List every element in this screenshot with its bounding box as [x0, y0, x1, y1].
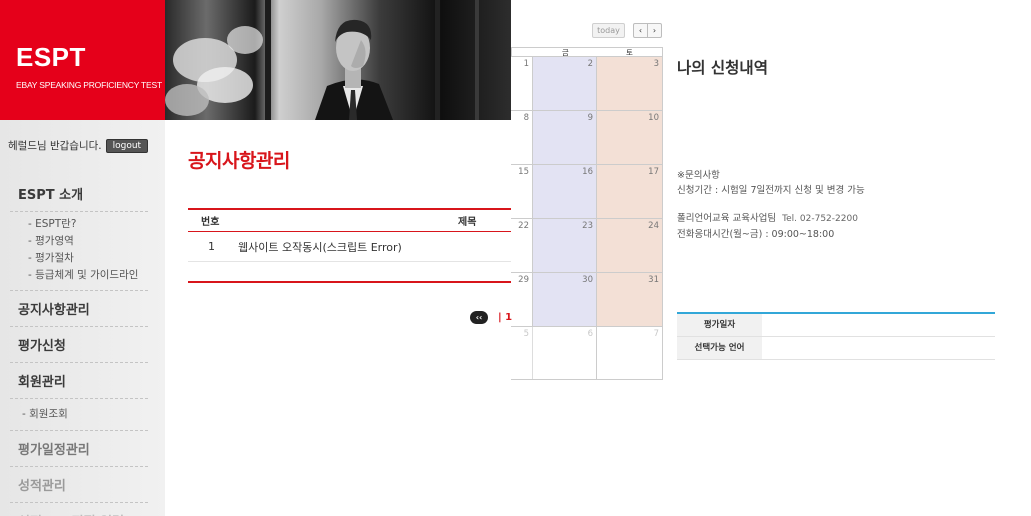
calendar: today ‹ › 금 토 1 2 3 8 9 10 15 16 17 22 2… — [511, 0, 663, 382]
eval-date-label: 평가일자 — [677, 314, 762, 336]
calendar-week: 8 9 10 — [511, 110, 663, 164]
contact-org: 폴리언어교육 교육사업팀 — [677, 213, 777, 224]
calendar-day[interactable]: 17 — [597, 165, 663, 218]
calendar-day[interactable]: 1 — [511, 57, 533, 110]
calendar-day-header-fri: 금 — [561, 48, 569, 57]
brand-name: ESPT — [16, 42, 86, 72]
table-bottom-divider — [188, 281, 511, 283]
eval-date-value — [762, 314, 995, 336]
calendar-day-headers: 금 토 — [511, 47, 663, 57]
inquiry-info: ※문의사항 신청기간 : 시험일 7일전까지 신청 및 변경 가능 폴리언어교육… — [677, 168, 865, 242]
calendar-day-header-sat: 토 — [625, 48, 633, 57]
calendar-today-button[interactable]: today — [592, 23, 625, 38]
calendar-week: 29 30 31 — [511, 272, 663, 326]
sidebar-item-eval-apply[interactable]: 평가신청 — [10, 327, 148, 363]
calendar-day[interactable]: 10 — [597, 111, 663, 164]
my-application-title: 나의 신청내역 — [677, 59, 768, 77]
sidebar-subitem-member-search[interactable]: - 회원조회 — [22, 406, 148, 423]
notice-table: 번호 제목 1 웹사이트 오작동시(스크립트 Error) — [188, 208, 511, 262]
first-page-button[interactable]: ‹‹ — [470, 311, 488, 324]
calendar-day[interactable]: 30 — [533, 273, 597, 326]
table-header: 번호 제목 — [188, 208, 511, 232]
inquiry-period: 신청기간 : 시험일 7일전까지 신청 및 변경 가능 — [677, 185, 865, 196]
welcome-bar: 헤럴드님 반갑습니다. logout — [8, 138, 149, 153]
inquiry-heading: ※문의사항 — [677, 170, 720, 181]
sidebar-item-score-db-input[interactable]: 성적 DB 직접 입력 — [10, 503, 148, 516]
calendar-day[interactable]: 31 — [597, 273, 663, 326]
calendar-day-other-month[interactable]: 7 — [597, 327, 663, 379]
hero-portrait-image — [165, 0, 479, 120]
calendar-day-other-month[interactable]: 5 — [511, 327, 533, 379]
contact-tel: Tel. 02-752-2200 — [782, 214, 858, 224]
current-page-number[interactable]: | 1 — [498, 312, 512, 323]
calendar-day-header-partial — [512, 48, 534, 56]
calendar-day[interactable]: 2 — [533, 57, 597, 110]
pagination: ‹‹ | 1 — [470, 311, 512, 324]
calendar-day[interactable]: 15 — [511, 165, 533, 218]
calendar-day[interactable]: 29 — [511, 273, 533, 326]
sidebar-subitem-eval-process[interactable]: - 평가절차 — [28, 250, 148, 267]
sidebar-item-notice-admin[interactable]: 공지사항관리 — [10, 291, 148, 327]
column-header-title: 제목 — [458, 217, 477, 228]
calendar-day[interactable]: 16 — [533, 165, 597, 218]
hero-photo — [165, 0, 511, 120]
eval-language-value — [762, 337, 995, 359]
calendar-day[interactable]: 22 — [511, 219, 533, 272]
calendar-day[interactable]: 24 — [597, 219, 663, 272]
calendar-week-next-month: 5 6 7 — [511, 326, 663, 380]
logout-button[interactable]: logout — [105, 138, 149, 153]
sidebar-menu: ESPT 소개 - ESPT란? - 평가영역 - 평가절차 - 등급체계 및 … — [10, 176, 148, 516]
column-header-number: 번호 — [201, 217, 220, 228]
sidebar-item-score-admin[interactable]: 성적관리 — [10, 467, 148, 503]
sidebar-submenu-espt-intro: - ESPT란? - 평가영역 - 평가절차 - 등급체계 및 가이드라인 — [10, 212, 148, 291]
calendar-week: 15 16 17 — [511, 164, 663, 218]
brand-logo[interactable]: ESPT EBAY SPEAKING PROFICIENCY TEST — [0, 0, 165, 120]
calendar-day-other-month[interactable]: 6 — [533, 327, 597, 379]
sidebar: ESPT EBAY SPEAKING PROFICIENCY TEST 헤럴드님… — [0, 0, 165, 516]
contact-line: 폴리언어교육 교육사업팀 Tel. 02-752-2200 — [677, 211, 865, 227]
calendar-week: 1 2 3 — [511, 56, 663, 110]
sidebar-item-member-admin[interactable]: 회원관리 — [10, 363, 148, 399]
page-title: 공지사항관리 — [188, 150, 290, 172]
eval-row-language: 선택가능 언어 — [677, 337, 995, 360]
row-number: 1 — [208, 240, 215, 253]
calendar-day[interactable]: 8 — [511, 111, 533, 164]
calendar-prev-button[interactable]: ‹ — [633, 23, 648, 38]
sidebar-submenu-member: - 회원조회 — [10, 399, 148, 431]
sidebar-subitem-eval-area[interactable]: - 평가영역 — [28, 233, 148, 250]
sidebar-item-espt-intro[interactable]: ESPT 소개 — [10, 176, 148, 212]
welcome-text: 헤럴드님 반갑습니다. — [8, 140, 102, 152]
sidebar-subitem-what-is-espt[interactable]: - ESPT란? — [28, 216, 148, 233]
row-title-link[interactable]: 웹사이트 오작동시(스크립트 Error) — [238, 239, 402, 255]
calendar-grid: 금 토 1 2 3 8 9 10 15 16 17 22 23 24 29 30… — [511, 47, 663, 380]
calendar-next-button[interactable]: › — [647, 23, 662, 38]
eval-row-date: 평가일자 — [677, 314, 995, 337]
calendar-day[interactable]: 23 — [533, 219, 597, 272]
brand-subtitle: EBAY SPEAKING PROFICIENCY TEST — [16, 80, 162, 90]
eval-info-table: 평가일자 선택가능 언어 — [677, 312, 995, 360]
sidebar-subitem-grade-guide[interactable]: - 등급체계 및 가이드라인 — [28, 267, 148, 284]
sidebar-item-schedule-admin[interactable]: 평가일정관리 — [10, 431, 148, 467]
table-row[interactable]: 1 웹사이트 오작동시(스크립트 Error) — [188, 232, 511, 262]
calendar-day[interactable]: 9 — [533, 111, 597, 164]
calendar-day[interactable]: 3 — [597, 57, 663, 110]
eval-language-label: 선택가능 언어 — [677, 337, 762, 359]
calendar-week: 22 23 24 — [511, 218, 663, 272]
contact-hours: 전화응대시간(월~금) : 09:00~18:00 — [677, 229, 835, 240]
